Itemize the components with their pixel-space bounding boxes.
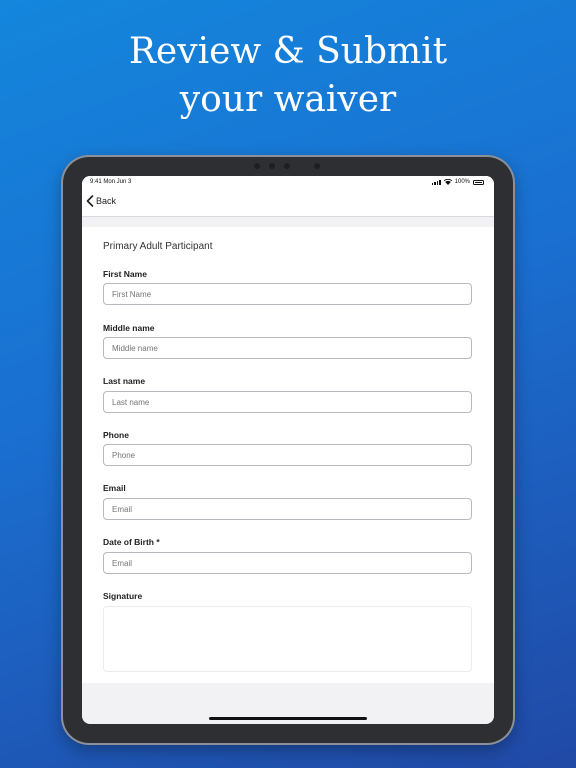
camera-sensor <box>254 163 260 169</box>
last-name-label: Last name <box>103 376 146 386</box>
middle-name-input[interactable] <box>103 337 472 359</box>
first-name-label: First Name <box>103 269 147 279</box>
camera-lens <box>284 163 290 169</box>
status-indicators: 100% <box>431 179 484 185</box>
signature-pad[interactable] <box>103 606 472 672</box>
email-label: Email <box>103 483 126 493</box>
cellular-signal-icon <box>431 179 441 185</box>
home-indicator[interactable] <box>209 717 367 720</box>
back-label: Back <box>96 196 117 206</box>
participant-form: Primary Adult Participant First Name Mid… <box>82 227 494 683</box>
battery-icon <box>473 179 484 185</box>
last-name-input[interactable] <box>103 391 472 413</box>
phone-label: Phone <box>103 430 129 440</box>
status-time: 9:41 Mon Jun 3 <box>90 179 132 185</box>
section-title: Primary Adult Participant <box>103 241 213 252</box>
first-name-input[interactable] <box>103 283 472 305</box>
camera-sensor <box>314 163 320 169</box>
promo-headline: Review & Submit your waiver <box>0 28 576 124</box>
email-input[interactable] <box>103 498 472 520</box>
wifi-icon <box>443 179 452 185</box>
status-bar: 9:41 Mon Jun 3 100% <box>82 176 494 190</box>
tablet-frame: 9:41 Mon Jun 3 100% Back Primary Adult P… <box>63 157 513 743</box>
tablet-screen: 9:41 Mon Jun 3 100% Back Primary Adult P… <box>82 176 494 724</box>
date-of-birth-label: Date of Birth * <box>103 537 160 547</box>
headline-line-2: your waiver <box>179 79 397 120</box>
navigation-bar: Back <box>82 190 494 217</box>
camera-sensor <box>269 163 275 169</box>
phone-input[interactable] <box>103 444 472 466</box>
headline-line-1: Review & Submit <box>128 31 448 72</box>
date-of-birth-input[interactable] <box>103 552 472 574</box>
chevron-left-icon <box>86 195 94 207</box>
battery-percentage: 100% <box>454 179 470 185</box>
middle-name-label: Middle name <box>103 323 155 333</box>
signature-label: Signature <box>103 591 143 601</box>
back-button[interactable]: Back <box>86 195 116 207</box>
